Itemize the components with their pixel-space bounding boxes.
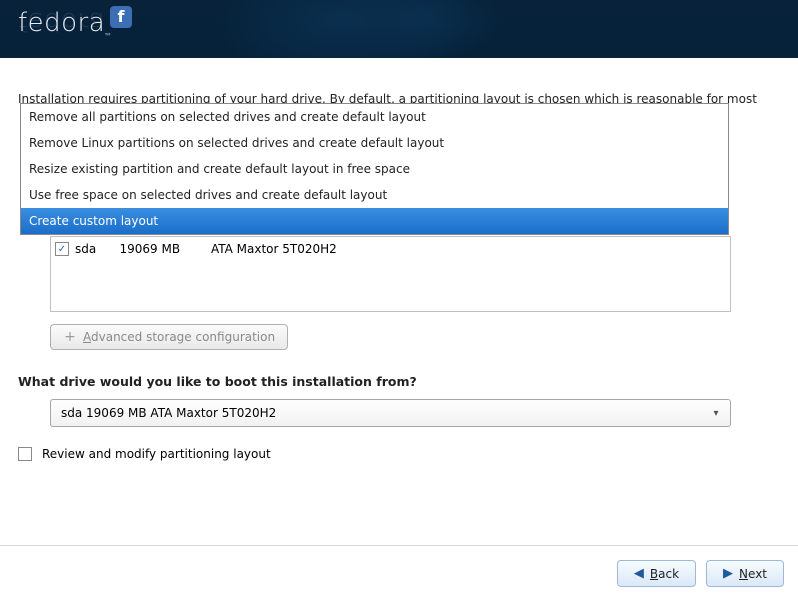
partition-option-resize[interactable]: Resize existing partition and create def… [21, 156, 728, 182]
footer-nav: ◀ Back ▶ Next [0, 545, 798, 587]
fedora-bubble-icon: f [110, 6, 132, 28]
drive-row-sda[interactable]: ✓ sda 19069 MB ATA Maxtor 5T020H2 [55, 239, 726, 259]
logo-reflection: fedora [18, 6, 105, 36]
review-partitioning-row[interactable]: Review and modify partitioning layout [18, 447, 780, 461]
partition-option-use-free[interactable]: Use free space on selected drives and cr… [21, 182, 728, 208]
partition-scheme-dropdown-list[interactable]: Remove all partitions on selected drives… [20, 103, 729, 235]
drive-size: 19069 MB [120, 242, 181, 256]
fedora-logo: fedora ™ f fedora [18, 8, 105, 38]
plus-icon: + [63, 330, 77, 344]
review-checkbox[interactable] [18, 447, 32, 461]
back-label: ack [658, 567, 679, 581]
boot-drive-select[interactable]: sda 19069 MB ATA Maxtor 5T020H2 ▾ [50, 399, 731, 427]
next-label: ext [748, 567, 767, 581]
installer-header: fedora ™ f fedora [0, 0, 798, 58]
partition-option-remove-all[interactable]: Remove all partitions on selected drives… [21, 104, 728, 130]
next-button[interactable]: ▶ Next [706, 560, 784, 587]
boot-drive-selected-value: sda 19069 MB ATA Maxtor 5T020H2 [61, 406, 276, 420]
review-label: Review and modify partitioning layout [42, 447, 271, 461]
drive-checkbox[interactable]: ✓ [55, 242, 69, 256]
arrow-left-icon: ◀ [634, 566, 644, 581]
partition-option-custom[interactable]: Create custom layout [21, 208, 728, 234]
advanced-storage-button[interactable]: + Advanced storage configuration [50, 324, 288, 350]
advanced-storage-label: dvanced storage configuration [91, 330, 275, 344]
drive-selection-list[interactable]: ✓ sda 19069 MB ATA Maxtor 5T020H2 [50, 236, 731, 312]
chevron-down-icon: ▾ [708, 408, 724, 419]
back-button[interactable]: ◀ Back [617, 560, 696, 587]
partition-option-remove-linux[interactable]: Remove Linux partitions on selected driv… [21, 130, 728, 156]
trademark-symbol: ™ [104, 32, 112, 41]
drive-name: sda [75, 242, 96, 256]
drive-model: ATA Maxtor 5T020H2 [211, 242, 337, 256]
boot-drive-label: What drive would you like to boot this i… [18, 374, 780, 389]
content-area: Installation requires partitioning of yo… [0, 58, 798, 599]
arrow-right-icon: ▶ [723, 566, 733, 581]
